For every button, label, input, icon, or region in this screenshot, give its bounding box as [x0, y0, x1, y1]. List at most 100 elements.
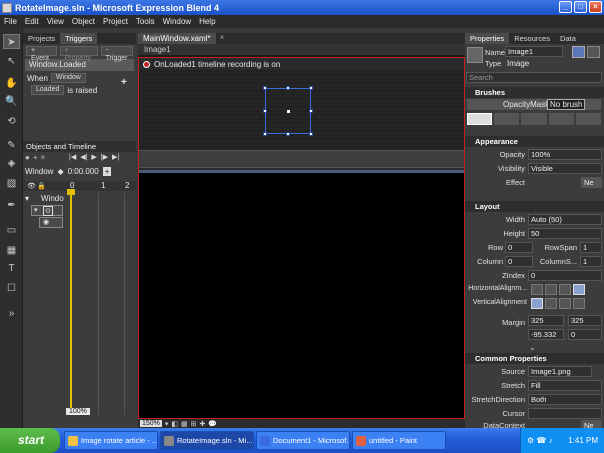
task-word[interactable]: Document1 - Microsof... — [256, 431, 350, 450]
grid-toggle-icon[interactable]: ▦ — [181, 420, 188, 428]
layout-expand-icon[interactable]: ⌄ — [529, 343, 536, 352]
eye-icon[interactable]: 👁 — [27, 182, 36, 190]
halign-right-icon[interactable] — [559, 284, 571, 295]
width-field[interactable]: Auto (50) — [528, 214, 602, 225]
minimize-button[interactable]: _ — [559, 1, 572, 13]
text-tool-icon[interactable]: T — [3, 261, 20, 276]
valign-top-icon[interactable] — [531, 298, 543, 309]
task-firefox[interactable]: Image rotate article - ... — [64, 431, 158, 450]
record-icon[interactable]: ● — [25, 153, 30, 162]
tree-row-image[interactable]: ◉ — [39, 217, 63, 228]
expand-icon[interactable]: ▾ — [25, 194, 29, 203]
tile-brush-tab-icon[interactable] — [548, 113, 574, 125]
common-properties-section[interactable]: Common Properties — [465, 353, 604, 364]
grid-layout-tool-icon[interactable]: ▦ — [3, 243, 20, 258]
task-paint[interactable]: untitled - Paint — [352, 431, 446, 450]
artboard-canvas[interactable] — [139, 173, 464, 418]
halign-center-icon[interactable] — [545, 284, 557, 295]
add-property-button[interactable]: + Property — [59, 46, 98, 62]
lock-icon[interactable]: 🔒 — [37, 182, 46, 190]
tab-properties[interactable]: Properties — [465, 33, 510, 44]
margin-left-field[interactable]: 325 — [528, 315, 564, 326]
halign-left-icon[interactable] — [531, 284, 543, 295]
brush-transform-tool-icon[interactable]: ▨ — [3, 176, 20, 191]
menu-window[interactable]: Window — [159, 17, 195, 26]
source-select[interactable]: Image1.png — [528, 366, 592, 377]
task-blend[interactable]: RotateImage.sln - Mi... — [160, 431, 254, 450]
height-field[interactable]: 50 — [528, 228, 602, 239]
first-frame-icon[interactable]: |◀ — [69, 153, 76, 161]
playhead-handle[interactable] — [67, 189, 75, 195]
tab-resources[interactable]: Resources — [509, 33, 555, 44]
properties-view-icon[interactable] — [572, 46, 585, 58]
menu-help[interactable]: Help — [195, 17, 219, 26]
opacitymask-row[interactable]: OpacityMask No brush — [467, 99, 601, 110]
rowspan-field[interactable]: 1 — [580, 242, 602, 253]
tab-mainwindow[interactable]: MainWindow.xaml* — [138, 33, 216, 44]
valign-bottom-icon[interactable] — [559, 298, 571, 309]
menu-edit[interactable]: Edit — [21, 17, 43, 26]
maximize-button[interactable]: □ — [574, 1, 587, 13]
recording-stop-icon[interactable] — [143, 60, 150, 68]
columnspan-field[interactable]: 1 — [580, 256, 602, 267]
zoom-tool-icon[interactable]: 🔍 — [3, 94, 20, 109]
menu-object[interactable]: Object — [68, 17, 99, 26]
close-storyboard-icon[interactable]: × — [41, 153, 46, 162]
annotations-icon[interactable]: 💬 — [208, 420, 217, 428]
zindex-field[interactable]: 0 — [528, 270, 602, 281]
close-tab-icon[interactable]: × — [220, 33, 225, 44]
margin-right-field[interactable]: 325 — [568, 315, 602, 326]
gradient-brush-tab-icon[interactable] — [521, 113, 547, 125]
margin-top-field[interactable]: -95.332 — [528, 329, 564, 340]
column-field[interactable]: 0 — [505, 256, 533, 267]
tree-row-window[interactable]: ▾ Windo — [23, 193, 136, 205]
when-dropdown[interactable]: Window — [50, 73, 86, 83]
start-button[interactable]: start — [0, 428, 60, 453]
last-frame-icon[interactable]: ▶| — [112, 153, 119, 161]
time-display[interactable]: 0:00.000 — [68, 167, 99, 176]
menu-tools[interactable]: Tools — [132, 17, 159, 26]
eyedropper-tool-icon[interactable]: ✎ — [3, 138, 20, 153]
selected-image[interactable] — [263, 86, 313, 136]
camera-orbit-tool-icon[interactable]: ⟲ — [3, 114, 20, 129]
solid-brush-tab-icon[interactable] — [494, 113, 520, 125]
add-keyframe-icon[interactable]: + — [102, 167, 112, 176]
valign-center-icon[interactable] — [545, 298, 557, 309]
row-field[interactable]: 0 — [505, 242, 533, 253]
tray-icons[interactable]: ⚙ ☎ ♪ — [527, 428, 553, 453]
direct-select-tool-icon[interactable]: ↖ — [3, 54, 20, 69]
visibility-select[interactable]: Visible — [528, 163, 602, 174]
layout-section[interactable]: Layout — [465, 201, 604, 212]
close-button[interactable]: × — [589, 1, 602, 13]
tree-row-grid[interactable]: ▾ ⊙ — [31, 205, 63, 216]
playhead[interactable] — [70, 193, 72, 415]
add-action-button[interactable]: + — [121, 77, 127, 88]
margin-bottom-field[interactable]: 0 — [568, 329, 602, 340]
zoom-dropdown-icon[interactable]: ▾ — [165, 420, 169, 428]
add-event-button[interactable]: + Event — [26, 46, 57, 62]
cursor-field[interactable] — [528, 408, 602, 419]
opacity-field[interactable]: 100% — [528, 149, 602, 160]
play-icon[interactable]: ▶ — [91, 153, 96, 161]
snap-grid-icon[interactable]: ⊞ — [191, 420, 197, 428]
halign-stretch-icon[interactable] — [573, 284, 585, 295]
zoom-level[interactable]: 150% — [140, 420, 162, 427]
events-view-icon[interactable] — [587, 46, 600, 58]
pan-tool-icon[interactable]: ✋ — [3, 76, 20, 91]
brush-resource-tab-icon[interactable] — [575, 113, 601, 125]
name-field[interactable]: Image1 — [505, 46, 563, 57]
assets-tool-icon[interactable]: » — [3, 306, 20, 321]
stretch-select[interactable]: Fill — [528, 380, 602, 391]
remove-trigger-button[interactable]: - Trigger — [100, 46, 133, 62]
menu-project[interactable]: Project — [99, 17, 132, 26]
tab-projects[interactable]: Projects — [23, 33, 60, 44]
prev-frame-icon[interactable]: ◀| — [80, 153, 87, 161]
menu-view[interactable]: View — [43, 17, 68, 26]
brushes-section[interactable]: Brushes — [465, 87, 604, 98]
valign-stretch-icon[interactable] — [573, 298, 585, 309]
effect-new-button[interactable]: Ne — [581, 177, 602, 188]
record-keyframe-icon[interactable]: ◆ — [57, 167, 63, 176]
next-frame-icon[interactable]: |▶ — [101, 153, 108, 161]
event-dropdown[interactable]: Loaded — [31, 85, 65, 95]
control-tool-icon[interactable]: ☐ — [3, 281, 20, 296]
